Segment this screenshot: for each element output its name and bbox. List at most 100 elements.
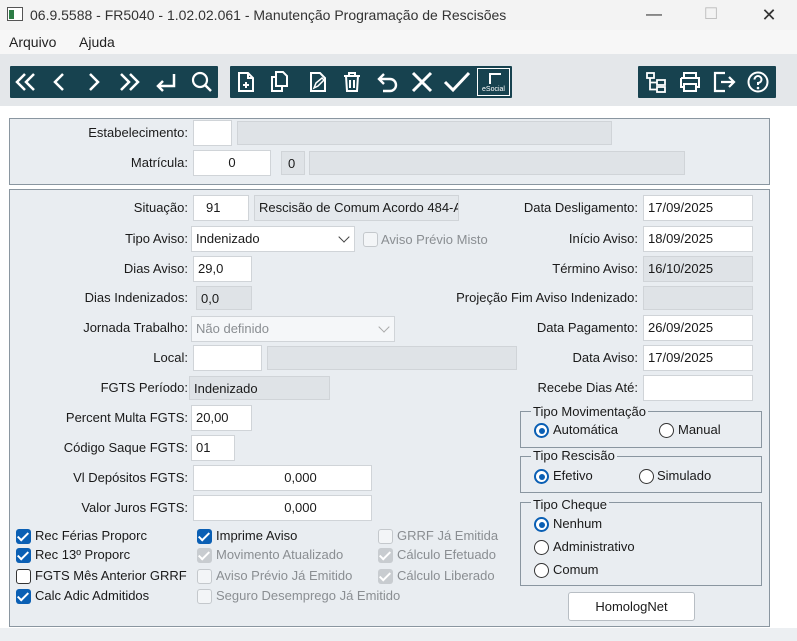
recebe-dias-label: Recebe Dias Até: <box>537 380 638 395</box>
jornada-label: Jornada Trabalho: <box>83 320 188 335</box>
data-aviso-field[interactable]: 17/09/2025 <box>643 345 753 371</box>
search-icon[interactable] <box>186 66 216 98</box>
confirm-icon[interactable] <box>440 66 471 98</box>
valor-juros-field[interactable]: 0,000 <box>193 495 372 521</box>
tipo-aviso-select[interactable]: Indenizado <box>191 226 355 252</box>
first-icon[interactable] <box>10 66 40 98</box>
dias-indenizados-label: Dias Indenizados: <box>84 290 188 305</box>
radio-manual-label: Manual <box>678 422 721 437</box>
grrf-emitida-label: GRRF Já Emitida <box>397 528 499 543</box>
fgts-mes-anterior-label: FGTS Mês Anterior GRRF <box>35 568 187 583</box>
esocial-button[interactable]: eSocial <box>476 66 512 98</box>
homolognet-button[interactable]: HomologNet <box>568 592 695 621</box>
rec-13-label: Rec 13º Proporc <box>35 547 131 562</box>
vl-depositos-label: Vl Depósitos FGTS: <box>73 470 188 485</box>
matricula-field[interactable]: 0 <box>193 150 271 176</box>
dias-aviso-label: Dias Aviso: <box>123 261 188 276</box>
data-desligamento-label: Data Desligamento: <box>523 200 638 215</box>
minimize-button[interactable]: — <box>631 0 677 30</box>
menu-bar <box>0 30 797 54</box>
tipo-movimentacao-title: Tipo Movimentação <box>531 404 648 419</box>
imprime-aviso-label: Imprime Aviso <box>216 528 298 543</box>
codigo-saque-field[interactable]: 01 <box>191 435 235 461</box>
dias-aviso-field[interactable]: 29,0 <box>193 256 252 282</box>
previous-icon[interactable] <box>44 66 74 98</box>
undo-icon[interactable] <box>372 66 402 98</box>
imprime-aviso-checkbox[interactable] <box>197 529 212 544</box>
projecao-label: Projeção Fim Aviso Indenizado: <box>456 290 638 305</box>
data-desligamento-field[interactable]: 17/09/2025 <box>643 195 753 221</box>
calculo-efetuado-checkbox <box>378 548 393 563</box>
last-icon[interactable] <box>114 66 144 98</box>
aviso-previo-emitido-checkbox <box>197 569 212 584</box>
radio-administrativo[interactable] <box>534 540 549 555</box>
maximize-button: ☐ <box>703 6 719 23</box>
data-pagamento-field[interactable]: 26/09/2025 <box>643 315 753 341</box>
vl-depositos-field[interactable]: 0,000 <box>193 465 372 491</box>
radio-automatica[interactable] <box>534 423 549 438</box>
termino-aviso-field: 16/10/2025 <box>643 256 753 282</box>
estabelecimento-label: Estabelecimento: <box>88 125 188 140</box>
matricula-digit: 0 <box>281 151 305 175</box>
radio-nenhum[interactable] <box>534 517 549 532</box>
aviso-previo-emitido-label: Aviso Prévio Já Emitido <box>216 568 353 583</box>
situacao-code-field[interactable]: 91 <box>193 195 249 221</box>
esocial-icon: eSocial <box>477 68 510 96</box>
radio-automatica-label: Automática <box>553 422 619 437</box>
valor-juros-label: Valor Juros FGTS: <box>81 500 188 515</box>
edit-toolbar-group: eSocial <box>230 66 512 98</box>
codigo-saque-label: Código Saque FGTS: <box>63 440 188 455</box>
radio-comum[interactable] <box>534 563 549 578</box>
tipo-rescisao-title: Tipo Rescisão <box>531 448 617 463</box>
estabelecimento-field[interactable] <box>193 120 232 146</box>
jornada-select: Não definido <box>191 316 395 342</box>
grrf-emitida-checkbox <box>378 529 393 544</box>
app-icon <box>7 7 23 21</box>
movimento-atualizado-checkbox <box>197 548 212 563</box>
percent-multa-field[interactable]: 20,00 <box>191 405 252 431</box>
dias-indenizados-field: 0,0 <box>196 286 252 310</box>
edit-icon[interactable] <box>302 66 332 98</box>
nav-toolbar-group <box>10 66 218 98</box>
exit-icon[interactable] <box>708 66 738 98</box>
recebe-dias-field[interactable] <box>643 375 753 401</box>
data-pagamento-label: Data Pagamento: <box>536 320 638 335</box>
local-field[interactable] <box>193 345 262 371</box>
radio-efetivo[interactable] <box>534 469 549 484</box>
delete-icon[interactable] <box>336 66 366 98</box>
rec-13-checkbox[interactable] <box>16 548 31 563</box>
menu-arquivo[interactable]: Arquivo <box>9 34 56 50</box>
tree-icon[interactable] <box>640 66 670 98</box>
fgts-mes-anterior-checkbox[interactable] <box>16 569 31 584</box>
new-icon[interactable] <box>230 66 260 98</box>
cancel-icon[interactable] <box>406 66 436 98</box>
right-toolbar-group <box>638 66 776 98</box>
radio-nenhum-label: Nenhum <box>553 516 603 531</box>
percent-multa-label: Percent Multa FGTS: <box>65 410 188 425</box>
inicio-aviso-label: Início Aviso: <box>568 231 638 246</box>
status-bar <box>0 628 797 641</box>
radio-efetivo-label: Efetivo <box>553 468 593 483</box>
seguro-desemprego-checkbox <box>197 589 212 604</box>
inicio-aviso-field[interactable]: 18/09/2025 <box>643 226 753 252</box>
calculo-liberado-checkbox <box>378 569 393 584</box>
projecao-field <box>643 286 753 310</box>
calc-adic-label: Calc Adic Admitidos <box>35 588 150 603</box>
aviso-previo-misto-checkbox <box>363 232 378 247</box>
chevron-down-icon <box>338 231 350 243</box>
radio-simulado-label: Simulado <box>657 468 712 483</box>
radio-simulado[interactable] <box>639 469 654 484</box>
close-button[interactable]: ✕ <box>746 0 792 30</box>
rec-ferias-checkbox[interactable] <box>16 529 31 544</box>
situacao-label: Situação: <box>133 200 188 215</box>
seguro-desemprego-label: Seguro Desemprego Já Emitido <box>216 588 401 603</box>
next-icon[interactable] <box>78 66 108 98</box>
calc-adic-checkbox[interactable] <box>16 589 31 604</box>
radio-manual[interactable] <box>659 423 674 438</box>
menu-ajuda[interactable]: Ajuda <box>79 34 115 50</box>
print-icon[interactable] <box>674 66 704 98</box>
enter-icon[interactable] <box>150 66 180 98</box>
radio-administrativo-label: Administrativo <box>553 539 635 554</box>
help-icon[interactable] <box>742 66 772 98</box>
copy-icon[interactable] <box>264 66 294 98</box>
